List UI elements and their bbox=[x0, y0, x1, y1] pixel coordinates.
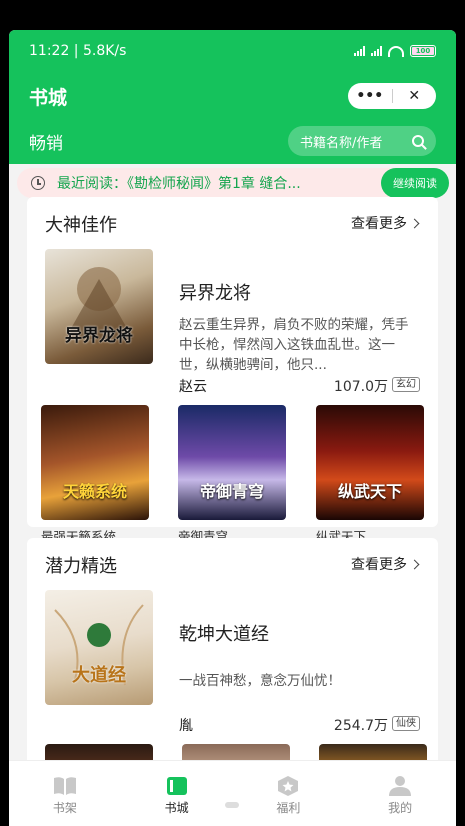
view-more-link[interactable]: 查看更多 bbox=[351, 213, 420, 233]
book-genre-tag: 玄幻 bbox=[392, 377, 420, 392]
cover-title: 异界龙将 bbox=[65, 326, 133, 346]
tab-label: 书架 bbox=[52, 801, 77, 815]
book-author: 胤 bbox=[179, 718, 193, 734]
tab-label: 福利 bbox=[276, 801, 301, 815]
clock-icon bbox=[31, 176, 45, 190]
cover-title: 大道经 bbox=[72, 665, 126, 686]
book-genre-tag: 仙侠 bbox=[392, 716, 420, 731]
recent-reading-bar[interactable]: 最近阅读：《勘检师秘闻》第1章 缝合... 继续阅读 bbox=[17, 168, 449, 198]
search-icon bbox=[412, 135, 424, 147]
title-bar: 书城 ••• ✕ bbox=[9, 72, 456, 120]
cover-art bbox=[54, 604, 144, 686]
store-icon bbox=[166, 777, 187, 795]
wifi-icon bbox=[388, 45, 404, 57]
book-cover[interactable]: 大道经 bbox=[45, 590, 153, 705]
app-frame: 11:22 | 5.8K/s 100 书城 ••• ✕ 畅销 书籍名称/作者 最… bbox=[9, 30, 456, 826]
cover-title: 纵武天下 bbox=[337, 482, 402, 501]
book-description: 赵云重生异界，肩负不败的荣耀，凭手中长枪，悍然闯入这铁血乱世。这一世，纵横驰骋间… bbox=[179, 317, 409, 373]
mini-program-capsule: ••• ✕ bbox=[348, 83, 436, 109]
search-row: 畅销 书籍名称/作者 bbox=[9, 120, 456, 162]
book-cover[interactable]: 纵武天下 bbox=[316, 405, 424, 520]
view-more-label: 查看更多 bbox=[351, 216, 407, 232]
section-card: 大神佳作 查看更多 异界龙将 异界龙将 赵云重生异界，肩负不败的荣耀，凭手中长枪… bbox=[27, 197, 438, 544]
status-bar: 11:22 | 5.8K/s 100 bbox=[9, 30, 456, 72]
bottom-tab-bar: 书架 书城 福利 我的 bbox=[9, 760, 456, 826]
signal-icon bbox=[354, 46, 365, 56]
section-card: 潜力精选 查看更多 大道经 乾坤大道经 一战百神愁，意念万仙忧！ 胤 254.7… bbox=[27, 538, 438, 804]
book-cover[interactable]: 异界龙将 bbox=[45, 249, 153, 364]
home-indicator bbox=[225, 802, 239, 808]
tab-bookstore[interactable]: 书城 bbox=[147, 775, 207, 816]
header: 11:22 | 5.8K/s 100 书城 ••• ✕ 畅销 书籍名称/作者 bbox=[9, 30, 456, 164]
close-button[interactable]: ✕ bbox=[393, 88, 437, 104]
book-cover[interactable]: 帝御青穹 bbox=[178, 405, 286, 520]
star-badge-icon bbox=[278, 776, 299, 796]
tab-label: 书城 bbox=[164, 801, 189, 815]
book-open-icon bbox=[53, 777, 76, 795]
chevron-right-icon bbox=[409, 559, 420, 569]
book-word-count: 107.0万 bbox=[333, 379, 388, 395]
section-title: 潜力精选 bbox=[45, 556, 117, 577]
book-title[interactable]: 异界龙将 bbox=[179, 279, 251, 305]
status-time: 11:22 | 5.8K/s bbox=[29, 43, 127, 59]
page-title: 书城 bbox=[29, 86, 68, 109]
book-author: 赵云 bbox=[179, 379, 207, 395]
chevron-right-icon bbox=[409, 218, 420, 228]
tab-benefits[interactable]: 福利 bbox=[258, 775, 318, 816]
view-more-label: 查看更多 bbox=[351, 557, 407, 573]
status-icons: 100 bbox=[354, 45, 436, 57]
recent-reading-text[interactable]: 最近阅读：《勘检师秘闻》第1章 缝合... bbox=[57, 173, 353, 193]
view-more-link[interactable]: 查看更多 bbox=[351, 554, 420, 574]
tab-bookshelf[interactable]: 书架 bbox=[35, 775, 95, 816]
cover-art bbox=[65, 267, 133, 339]
book-description: 一战百神愁，意念万仙忧！ bbox=[179, 673, 341, 689]
book-word-count: 254.7万 bbox=[333, 718, 388, 734]
tab-bestseller[interactable]: 畅销 bbox=[29, 129, 63, 154]
more-menu-button[interactable]: ••• bbox=[348, 88, 392, 104]
search-placeholder: 书籍名称/作者 bbox=[300, 135, 383, 151]
signal-icon bbox=[371, 46, 382, 56]
tab-label: 我的 bbox=[388, 801, 413, 815]
section-title: 大神佳作 bbox=[45, 215, 117, 236]
continue-reading-button[interactable]: 继续阅读 bbox=[381, 168, 449, 198]
cover-title: 帝御青穹 bbox=[199, 482, 264, 501]
tab-profile[interactable]: 我的 bbox=[370, 775, 430, 816]
book-cover[interactable]: 天籁系统 bbox=[41, 405, 149, 520]
book-title[interactable]: 乾坤大道经 bbox=[179, 620, 269, 646]
search-box[interactable]: 书籍名称/作者 bbox=[288, 126, 436, 156]
user-icon bbox=[389, 776, 412, 796]
cover-title: 天籁系统 bbox=[62, 482, 127, 501]
battery-icon: 100 bbox=[410, 45, 436, 57]
